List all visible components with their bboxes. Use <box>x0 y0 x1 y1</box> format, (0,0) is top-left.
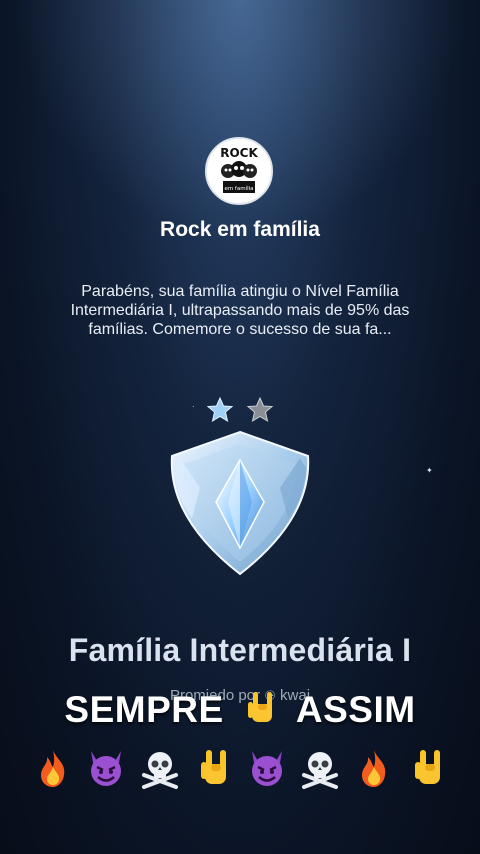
svg-text:em família: em família <box>224 185 253 192</box>
level-title: Família Intermediária I <box>68 632 412 668</box>
rock-hand-icon <box>248 692 273 722</box>
devil-icon <box>244 745 290 791</box>
devil-icon <box>83 745 129 791</box>
svg-text:ROCK: ROCK <box>220 146 258 160</box>
fire-icon <box>30 745 76 791</box>
skull-crossbones-icon <box>137 745 183 791</box>
family-name: Rock em família <box>160 218 320 241</box>
caption-text-before: SEMPRE <box>64 689 224 730</box>
rock-hand-icon <box>190 745 236 791</box>
level-shield-badge-icon <box>170 430 310 576</box>
rock-skull-logo-icon: ROCK em família <box>211 143 267 199</box>
emoji-row <box>30 742 450 794</box>
star-empty-icon <box>246 396 274 423</box>
skull-crossbones-icon <box>297 745 343 791</box>
level-screen: ROCK em família Rock em família Parabéns… <box>0 0 480 854</box>
level-stars <box>206 396 274 423</box>
caption-text-after: ASSIM <box>295 689 416 730</box>
congrats-message: Parabéns, sua família atingiu o Nível Fa… <box>70 283 410 338</box>
sparkle-icon: ✦ <box>426 466 433 475</box>
sparkle-icon: · <box>192 402 195 411</box>
star-filled-icon <box>206 396 234 423</box>
family-avatar[interactable]: ROCK em família <box>205 137 273 205</box>
video-caption: SEMPRE ASSIM <box>0 688 480 731</box>
fire-icon <box>351 745 397 791</box>
rock-hand-icon <box>404 745 450 791</box>
